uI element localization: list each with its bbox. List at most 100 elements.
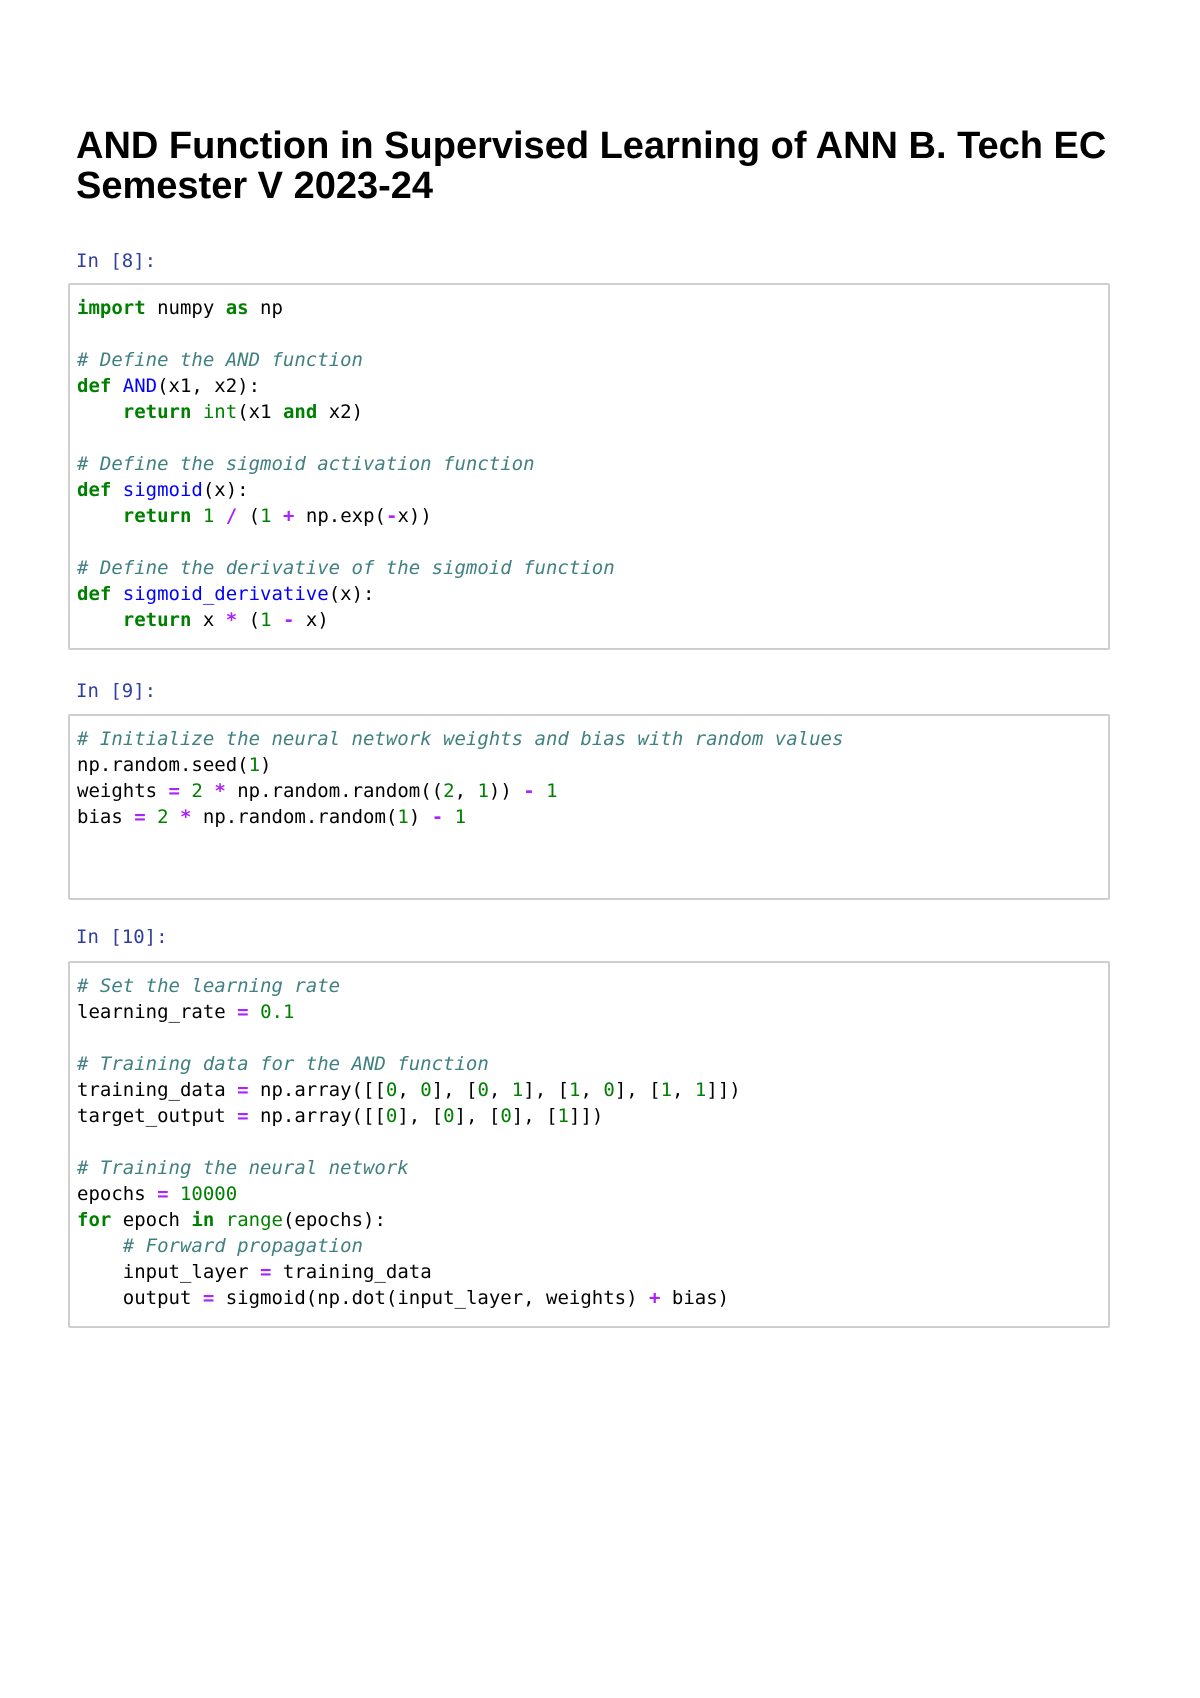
code-text: , xyxy=(488,1079,512,1101)
operator-token: - xyxy=(523,780,535,802)
comment-token: # Training data for the AND function xyxy=(77,1053,489,1075)
code-line: return x * (1 - x) xyxy=(77,607,1101,633)
code-text: input_layer xyxy=(77,1261,261,1283)
operator-token: / xyxy=(225,505,238,527)
code-text: (epochs): xyxy=(282,1209,386,1231)
code-editor[interactable]: # Initialize the neural network weights … xyxy=(77,726,1101,830)
notebook-title: AND Function in Supervised Learning of A… xyxy=(76,125,1107,207)
number-token: 0 xyxy=(443,1105,455,1127)
keyword-token: return xyxy=(122,609,192,631)
code-text: ], [ xyxy=(397,1105,444,1127)
code-text: target_output xyxy=(77,1105,238,1127)
code-line: def sigmoid(x): xyxy=(77,477,1101,503)
keyword-token: for xyxy=(77,1209,112,1231)
code-text: (x1, x2): xyxy=(157,375,261,397)
code-line: return int(x1 and x2) xyxy=(77,399,1101,425)
code-editor[interactable]: import numpy as np # Define the AND func… xyxy=(77,295,1101,633)
code-text: sigmoid(np.dot(input_layer, weights) xyxy=(214,1287,649,1309)
code-text: numpy xyxy=(145,297,226,319)
code-text: bias) xyxy=(660,1287,730,1309)
code-text: training_data xyxy=(77,1079,238,1101)
code-text: np.array([[ xyxy=(248,1105,386,1127)
code-line: learning_rate = 0.1 xyxy=(77,999,1101,1025)
code-text: epoch xyxy=(111,1209,192,1231)
number-token: 2 xyxy=(191,780,203,802)
code-line: # Initialize the neural network weights … xyxy=(77,726,1101,752)
code-line: # Define the AND function xyxy=(77,347,1101,373)
number-token: 1 xyxy=(477,780,489,802)
code-text: , xyxy=(454,780,478,802)
code-line: weights = 2 * np.random.random((2, 1)) -… xyxy=(77,778,1101,804)
code-cell[interactable]: import numpy as np # Define the AND func… xyxy=(68,283,1110,650)
code-text: x) xyxy=(294,609,329,631)
cell-prompt: In [10]: xyxy=(76,926,168,948)
operator-token: * xyxy=(225,609,238,631)
code-line: target_output = np.array([[0], [0], [0],… xyxy=(77,1103,1101,1129)
number-token: 1 xyxy=(569,1079,581,1101)
code-line: def sigmoid_derivative(x): xyxy=(77,581,1101,607)
operator-token: = xyxy=(202,1287,215,1309)
keyword-token: return xyxy=(122,505,192,527)
number-token: 0 xyxy=(385,1105,398,1127)
code-cell[interactable]: # Initialize the neural network weights … xyxy=(68,714,1110,900)
operator-token: = xyxy=(134,806,146,828)
code-text: ], [ xyxy=(523,1079,570,1101)
number-token: 0 xyxy=(420,1079,432,1101)
code-line: input_layer = training_data xyxy=(77,1259,1101,1285)
number-token: 1 xyxy=(260,505,272,527)
number-token: 0 xyxy=(603,1079,615,1101)
code-line: # Set the learning rate xyxy=(77,973,1101,999)
comment-token: # Forward propagation xyxy=(122,1235,363,1257)
number-token: 1 xyxy=(557,1105,569,1127)
keyword-token: def xyxy=(77,583,112,605)
code-text: bias xyxy=(77,806,135,828)
code-line: # Forward propagation xyxy=(77,1233,1101,1259)
code-line: for epoch in range(epochs): xyxy=(77,1207,1101,1233)
code-line: # Training the neural network xyxy=(77,1155,1101,1181)
builtin-token: int xyxy=(202,401,238,423)
code-text: x2) xyxy=(317,401,364,423)
operator-token: = xyxy=(168,780,180,802)
number-token: 2 xyxy=(443,780,455,802)
code-text: (x1 xyxy=(237,401,283,423)
code-text: ], [ xyxy=(431,1079,478,1101)
code-text: ]]) xyxy=(706,1079,741,1101)
code-text: training_data xyxy=(271,1261,432,1283)
comment-token: # Define the derivative of the sigmoid f… xyxy=(77,557,615,579)
code-text: learning_rate xyxy=(77,1001,238,1023)
operator-token: * xyxy=(180,806,192,828)
code-text: np.random.seed( xyxy=(77,754,249,776)
code-text: np.array([[ xyxy=(248,1079,386,1101)
code-line: return 1 / (1 + np.exp(-x)) xyxy=(77,503,1101,529)
number-token: 2 xyxy=(157,806,169,828)
code-editor[interactable]: # Set the learning rate learning_rate = 0… xyxy=(77,973,1101,1311)
number-token: 1 xyxy=(248,754,261,776)
function-name-token: AND xyxy=(122,375,158,397)
code-cell[interactable]: # Set the learning rate learning_rate = 0… xyxy=(68,961,1110,1328)
keyword-token: in xyxy=(191,1209,215,1231)
code-text: np.exp( xyxy=(294,505,386,527)
code-text: epochs xyxy=(77,1183,158,1205)
comment-token: # Initialize the neural network weights … xyxy=(77,728,844,750)
code-text: ) xyxy=(408,806,432,828)
number-token: 1 xyxy=(397,806,409,828)
code-text: x xyxy=(191,609,226,631)
code-line: # Training data for the AND function xyxy=(77,1051,1101,1077)
code-line: epochs = 10000 xyxy=(77,1181,1101,1207)
